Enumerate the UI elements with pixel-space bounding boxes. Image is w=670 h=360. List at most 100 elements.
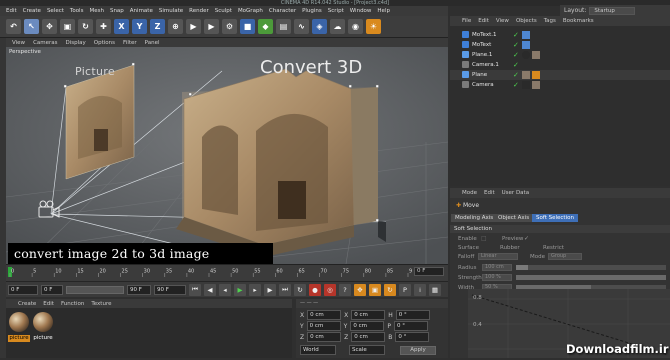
timeline-window-icon[interactable]: ▦: [429, 283, 441, 296]
menu-create[interactable]: Create: [23, 8, 41, 14]
layout-dropdown[interactable]: Startup: [589, 6, 636, 15]
object-row[interactable]: Camera ✓: [450, 80, 670, 90]
enable-checkbox[interactable]: □: [481, 235, 487, 242]
go-to-end-icon[interactable]: ⏭: [279, 283, 291, 296]
material-menu-function[interactable]: Function: [61, 301, 84, 307]
falloff-dropdown[interactable]: Linear: [478, 253, 518, 260]
rotate-icon[interactable]: ↻: [78, 19, 93, 34]
menu-mesh[interactable]: Mesh: [89, 8, 103, 14]
strength-slider[interactable]: [516, 275, 666, 280]
attr-menu-edit[interactable]: Edit: [484, 190, 495, 196]
deformer-icon[interactable]: ◈: [312, 19, 327, 34]
play-icon[interactable]: ▶: [234, 283, 246, 296]
render-settings-icon[interactable]: ⚙: [222, 19, 237, 34]
loop-icon[interactable]: ↻: [294, 283, 306, 296]
environment-icon[interactable]: ☁: [330, 19, 345, 34]
max-frame-field[interactable]: 90 F: [127, 284, 151, 295]
record-icon[interactable]: ●: [309, 283, 321, 296]
object-row[interactable]: Plane.1 ✓: [450, 50, 670, 60]
strength-field[interactable]: 100 %: [482, 274, 512, 281]
array-icon[interactable]: ▤: [276, 19, 291, 34]
material-tag-icon[interactable]: [532, 81, 540, 89]
attr-menu-mode[interactable]: Mode: [462, 190, 477, 196]
rotation-p-field[interactable]: 0 °: [393, 321, 428, 331]
render-to-picture-viewer-icon[interactable]: ▶: [204, 19, 219, 34]
render-view-icon[interactable]: ▶: [186, 19, 201, 34]
timeline-ruler[interactable]: 0 5 10 15 20 25 30 35 40 45 50 55 60 65 70 75 80 85 90: [8, 267, 412, 277]
material-swatch[interactable]: picture: [8, 312, 30, 342]
position-key-icon[interactable]: ✥: [354, 283, 366, 296]
y-axis-lock-button[interactable]: Y: [132, 19, 147, 34]
camera-icon[interactable]: ◉: [348, 19, 363, 34]
menu-mograph[interactable]: MoGraph: [238, 8, 263, 14]
menu-sculpt[interactable]: Sculpt: [215, 8, 232, 14]
next-frame-icon[interactable]: ▸: [249, 283, 261, 296]
tab-object-axis[interactable]: Object Axis: [494, 214, 534, 222]
menu-simulate[interactable]: Simulate: [159, 8, 183, 14]
texture-tag-icon[interactable]: [532, 71, 540, 79]
z-axis-lock-button[interactable]: Z: [150, 19, 165, 34]
size-z-field[interactable]: 0 cm: [351, 332, 386, 342]
visibility-check-icon[interactable]: ✓: [513, 52, 519, 59]
camera-tag-icon[interactable]: [522, 81, 530, 89]
menu-window[interactable]: Window: [350, 8, 372, 14]
scale-icon[interactable]: ▣: [60, 19, 75, 34]
object-row[interactable]: MoText ✓: [450, 40, 670, 50]
viewport-menu-view[interactable]: View: [12, 40, 25, 46]
viewport-menu-panel[interactable]: Panel: [145, 40, 160, 46]
material-tag-icon[interactable]: [532, 51, 540, 59]
menu-edit[interactable]: Edit: [6, 8, 17, 14]
objects-menu-edit[interactable]: Edit: [478, 18, 489, 24]
position-x-field[interactable]: 0 cm: [307, 310, 342, 320]
mode-dropdown[interactable]: Group: [548, 253, 582, 260]
radius-slider[interactable]: [516, 265, 666, 270]
end-frame-field[interactable]: 90 F: [154, 284, 186, 295]
keyframe-selection-icon[interactable]: ?: [339, 283, 351, 296]
viewport-menu-cameras[interactable]: Cameras: [33, 40, 57, 46]
scale-key-icon[interactable]: ▣: [369, 283, 381, 296]
previous-key-icon[interactable]: ◀: [204, 283, 216, 296]
tag-icon[interactable]: [522, 41, 530, 49]
subdivision-icon[interactable]: ◆: [258, 19, 273, 34]
phong-tag-icon[interactable]: [522, 51, 530, 59]
tab-soft-selection[interactable]: Soft Selection: [532, 214, 578, 222]
menu-render[interactable]: Render: [189, 8, 209, 14]
point-level-icon[interactable]: ⁞: [414, 283, 426, 296]
menu-help[interactable]: Help: [377, 8, 390, 14]
menu-select[interactable]: Select: [47, 8, 64, 14]
material-menu-create[interactable]: Create: [18, 301, 36, 307]
visibility-check-icon[interactable]: ✓: [513, 62, 519, 69]
autokey-icon[interactable]: ◎: [324, 283, 336, 296]
objects-menu-tags[interactable]: Tags: [544, 18, 556, 24]
menu-script[interactable]: Script: [328, 8, 344, 14]
attr-menu-user-data[interactable]: User Data: [502, 190, 529, 196]
menu-plugins[interactable]: Plugins: [302, 8, 322, 14]
spline-icon[interactable]: ∿: [294, 19, 309, 34]
next-key-icon[interactable]: ▶: [264, 283, 276, 296]
apply-button[interactable]: Apply: [400, 345, 436, 355]
visibility-check-icon[interactable]: ✓: [513, 42, 519, 49]
material-menu-texture[interactable]: Texture: [91, 301, 111, 307]
visibility-check-icon[interactable]: ✓: [513, 82, 519, 89]
parameter-key-icon[interactable]: P: [399, 283, 411, 296]
menu-snap[interactable]: Snap: [110, 8, 124, 14]
preview-checkbox[interactable]: ✓: [524, 235, 529, 242]
objects-menu-file[interactable]: File: [462, 18, 471, 24]
object-row[interactable]: Plane ✓: [450, 70, 670, 80]
visibility-check-icon[interactable]: ✓: [513, 32, 519, 39]
objects-menu-view[interactable]: View: [496, 18, 509, 24]
range-slider[interactable]: [66, 285, 124, 294]
position-y-field[interactable]: 0 cm: [306, 321, 341, 331]
menu-character[interactable]: Character: [269, 8, 296, 14]
current-frame-field[interactable]: 0 F: [414, 267, 444, 276]
tag-icon[interactable]: [522, 31, 530, 39]
previous-frame-icon[interactable]: ◂: [219, 283, 231, 296]
object-row[interactable]: Camera.1 ✓: [450, 60, 670, 70]
undo-icon[interactable]: ↶: [6, 19, 21, 34]
live-selection-icon[interactable]: ↖: [24, 19, 39, 34]
viewport-menu-filter[interactable]: Filter: [123, 40, 137, 46]
position-z-field[interactable]: 0 cm: [307, 332, 342, 342]
objects-menu-objects[interactable]: Objects: [516, 18, 537, 24]
min-frame-field[interactable]: 0 F: [41, 284, 63, 295]
radius-field[interactable]: 100 cm: [482, 264, 512, 271]
